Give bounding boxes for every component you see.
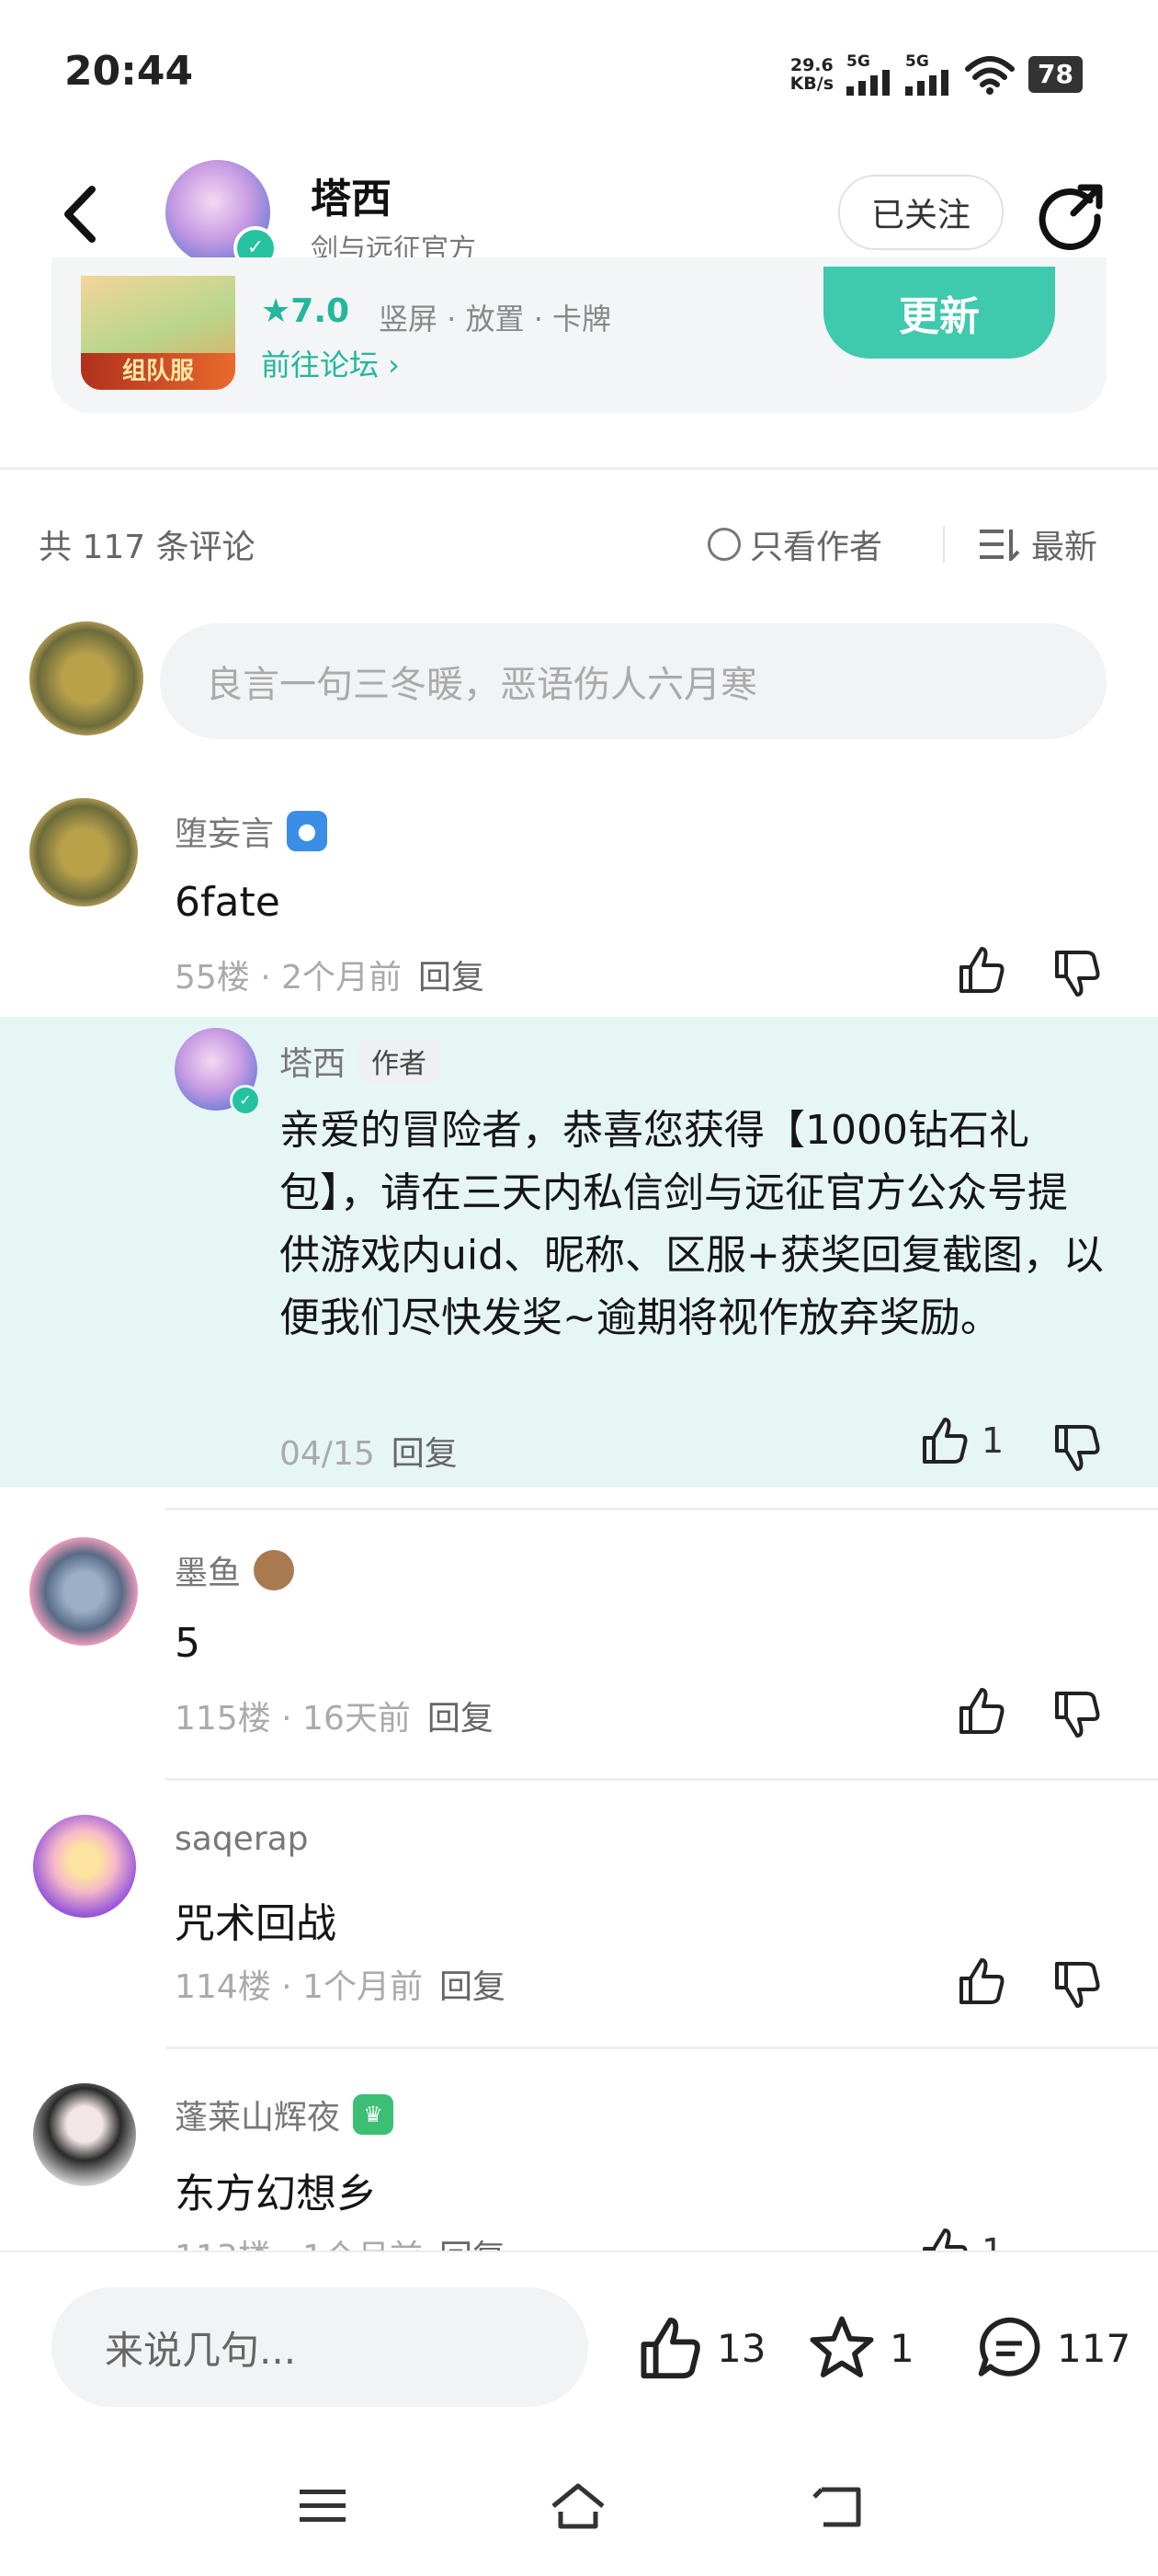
- thumbs-up-icon[interactable]: [954, 1684, 1007, 1738]
- author-reply-name-text: 塔西: [279, 1045, 346, 1083]
- signal-2-label: 5G: [905, 52, 929, 71]
- comment-input[interactable]: 良言一句三冬暖，恶语伤人六月寒: [160, 623, 1107, 739]
- author-tag: 作者: [358, 1039, 440, 1083]
- divider: [0, 467, 1158, 470]
- sort-icon: [980, 530, 1020, 561]
- divider: [165, 1508, 1158, 1510]
- author-name[interactable]: 塔西: [311, 165, 392, 224]
- reply-link[interactable]: 回复: [427, 1700, 494, 1738]
- trophy-badge-icon: ♛: [353, 2094, 394, 2135]
- comment-text: 5: [175, 1620, 200, 1667]
- commenter-name-text: 蓬莱山辉夜: [175, 2099, 341, 2137]
- like-button[interactable]: 1: [917, 1414, 1004, 1467]
- comment-meta: 114楼 · 1个月前 回复: [175, 1960, 505, 2008]
- comment-count: 共 117 条评论: [39, 529, 255, 566]
- commenter-avatar[interactable]: [29, 798, 138, 906]
- comment-meta-text: 114楼 · 1个月前: [175, 1968, 423, 2006]
- sort-button[interactable]: 最新: [980, 520, 1097, 568]
- like-post-button[interactable]: 13: [634, 2313, 766, 2383]
- signal-2: 5G: [905, 53, 951, 96]
- comment-total: 117: [1057, 2325, 1131, 2371]
- back-nav-icon[interactable]: [805, 2473, 869, 2537]
- net-speed: 29.6 KB/s: [790, 56, 834, 93]
- commenter-name[interactable]: saqerap: [175, 1820, 309, 1858]
- thumbs-up-icon[interactable]: [634, 2313, 704, 2383]
- reply-link[interactable]: 回复: [418, 959, 484, 997]
- net-speed-value: 29.6: [789, 55, 834, 75]
- like-count: 13: [717, 2325, 766, 2371]
- gamepad-badge-icon: ●: [287, 811, 328, 851]
- commenter-name[interactable]: 蓬莱山辉夜 ♛: [175, 2091, 394, 2138]
- battery-indicator: 78: [1028, 56, 1083, 93]
- thumbs-down-icon[interactable]: [1050, 1688, 1103, 1741]
- author-reply-name[interactable]: 塔西 作者: [279, 1037, 440, 1085]
- commenter-avatar[interactable]: [33, 1815, 136, 1918]
- signal-icon: [846, 70, 891, 96]
- menu-icon[interactable]: [290, 2473, 355, 2537]
- net-speed-unit: KB/s: [789, 74, 834, 94]
- signal-icon: [905, 70, 949, 96]
- commenter-name[interactable]: 墨鱼: [175, 1546, 295, 1594]
- thumbs-down-icon[interactable]: [1050, 1421, 1103, 1475]
- author-reply-text: 亲爱的冒险者，恭喜您获得【1000钻石礼包】，请在三天内私信剑与远征官方公众号提…: [279, 1107, 1104, 1341]
- game-icon-tag: 组队服: [81, 353, 235, 390]
- favorite-count: 1: [890, 2325, 914, 2371]
- comment-meta: 55楼 · 2个月前 回复: [175, 951, 484, 998]
- comments-button[interactable]: 117: [974, 2313, 1130, 2383]
- reply-link[interactable]: 回复: [392, 1435, 458, 1473]
- comment-text: 咒术回战: [175, 1900, 336, 1947]
- comment-meta-text: 115楼 · 16天前: [175, 1700, 411, 1738]
- thumbs-up-icon[interactable]: [954, 943, 1007, 997]
- signal-1: 5G: [846, 53, 892, 96]
- commenter-avatar[interactable]: [33, 2083, 136, 2186]
- signal-1-label: 5G: [846, 52, 870, 71]
- status-icons: 29.6 KB/s 5G 5G 78: [790, 51, 1083, 97]
- update-button[interactable]: 更新: [823, 267, 1055, 359]
- divider: [943, 526, 945, 563]
- thumbs-up-icon[interactable]: [954, 1955, 1007, 2008]
- author-reply-date: 04/15: [279, 1435, 375, 1473]
- game-rating: ★7.0: [261, 292, 350, 330]
- status-time: 20:44: [64, 48, 194, 95]
- commenter-avatar[interactable]: [29, 1537, 138, 1646]
- radio-icon[interactable]: [708, 528, 741, 561]
- thumbs-down-icon[interactable]: [1050, 947, 1103, 1000]
- author-reply-meta: 04/15 回复: [279, 1427, 458, 1475]
- wifi-icon: [965, 56, 1016, 95]
- share-icon[interactable]: [1037, 180, 1107, 250]
- star-icon[interactable]: [807, 2313, 877, 2383]
- game-icon[interactable]: 组队服: [81, 276, 235, 390]
- bottom-comment-input[interactable]: 来说几句...: [51, 2287, 588, 2407]
- my-avatar: [29, 621, 143, 735]
- user-badge-icon: [254, 1550, 295, 1590]
- back-arrow-icon[interactable]: [55, 182, 110, 246]
- divider: [165, 1778, 1158, 1781]
- comment-text: 6fate: [175, 879, 280, 926]
- game-tags: 竖屏 · 放置 · 卡牌: [379, 302, 612, 336]
- comment-meta-text: 55楼 · 2个月前: [175, 959, 403, 997]
- thumbs-up-icon[interactable]: [917, 1414, 971, 1467]
- comment-bubble-icon[interactable]: [974, 2313, 1044, 2383]
- favorite-button[interactable]: 1: [807, 2313, 914, 2383]
- verified-icon: ✓: [230, 1085, 261, 1116]
- home-icon[interactable]: [546, 2473, 610, 2537]
- commenter-name-text: saqerap: [175, 1820, 309, 1858]
- forum-link[interactable]: 前往论坛 ›: [261, 342, 400, 384]
- commenter-name-text: 墨鱼: [175, 1555, 242, 1592]
- only-author-label: 只看作者: [750, 529, 883, 566]
- thumbs-down-icon[interactable]: [1050, 1958, 1103, 2012]
- only-author-toggle[interactable]: 只看作者: [708, 520, 882, 568]
- commenter-name-text: 堕妄言: [175, 815, 275, 853]
- reply-link[interactable]: 回复: [439, 1968, 505, 2006]
- like-count: 1: [982, 1420, 1005, 1461]
- commenter-name[interactable]: 堕妄言 ●: [175, 807, 328, 855]
- follow-button[interactable]: 已关注: [838, 175, 1004, 250]
- comment-meta: 115楼 · 16天前 回复: [175, 1692, 494, 1739]
- divider: [165, 2046, 1158, 2049]
- comment-text: 东方幻想乡: [175, 2171, 377, 2217]
- sort-label: 最新: [1031, 529, 1098, 566]
